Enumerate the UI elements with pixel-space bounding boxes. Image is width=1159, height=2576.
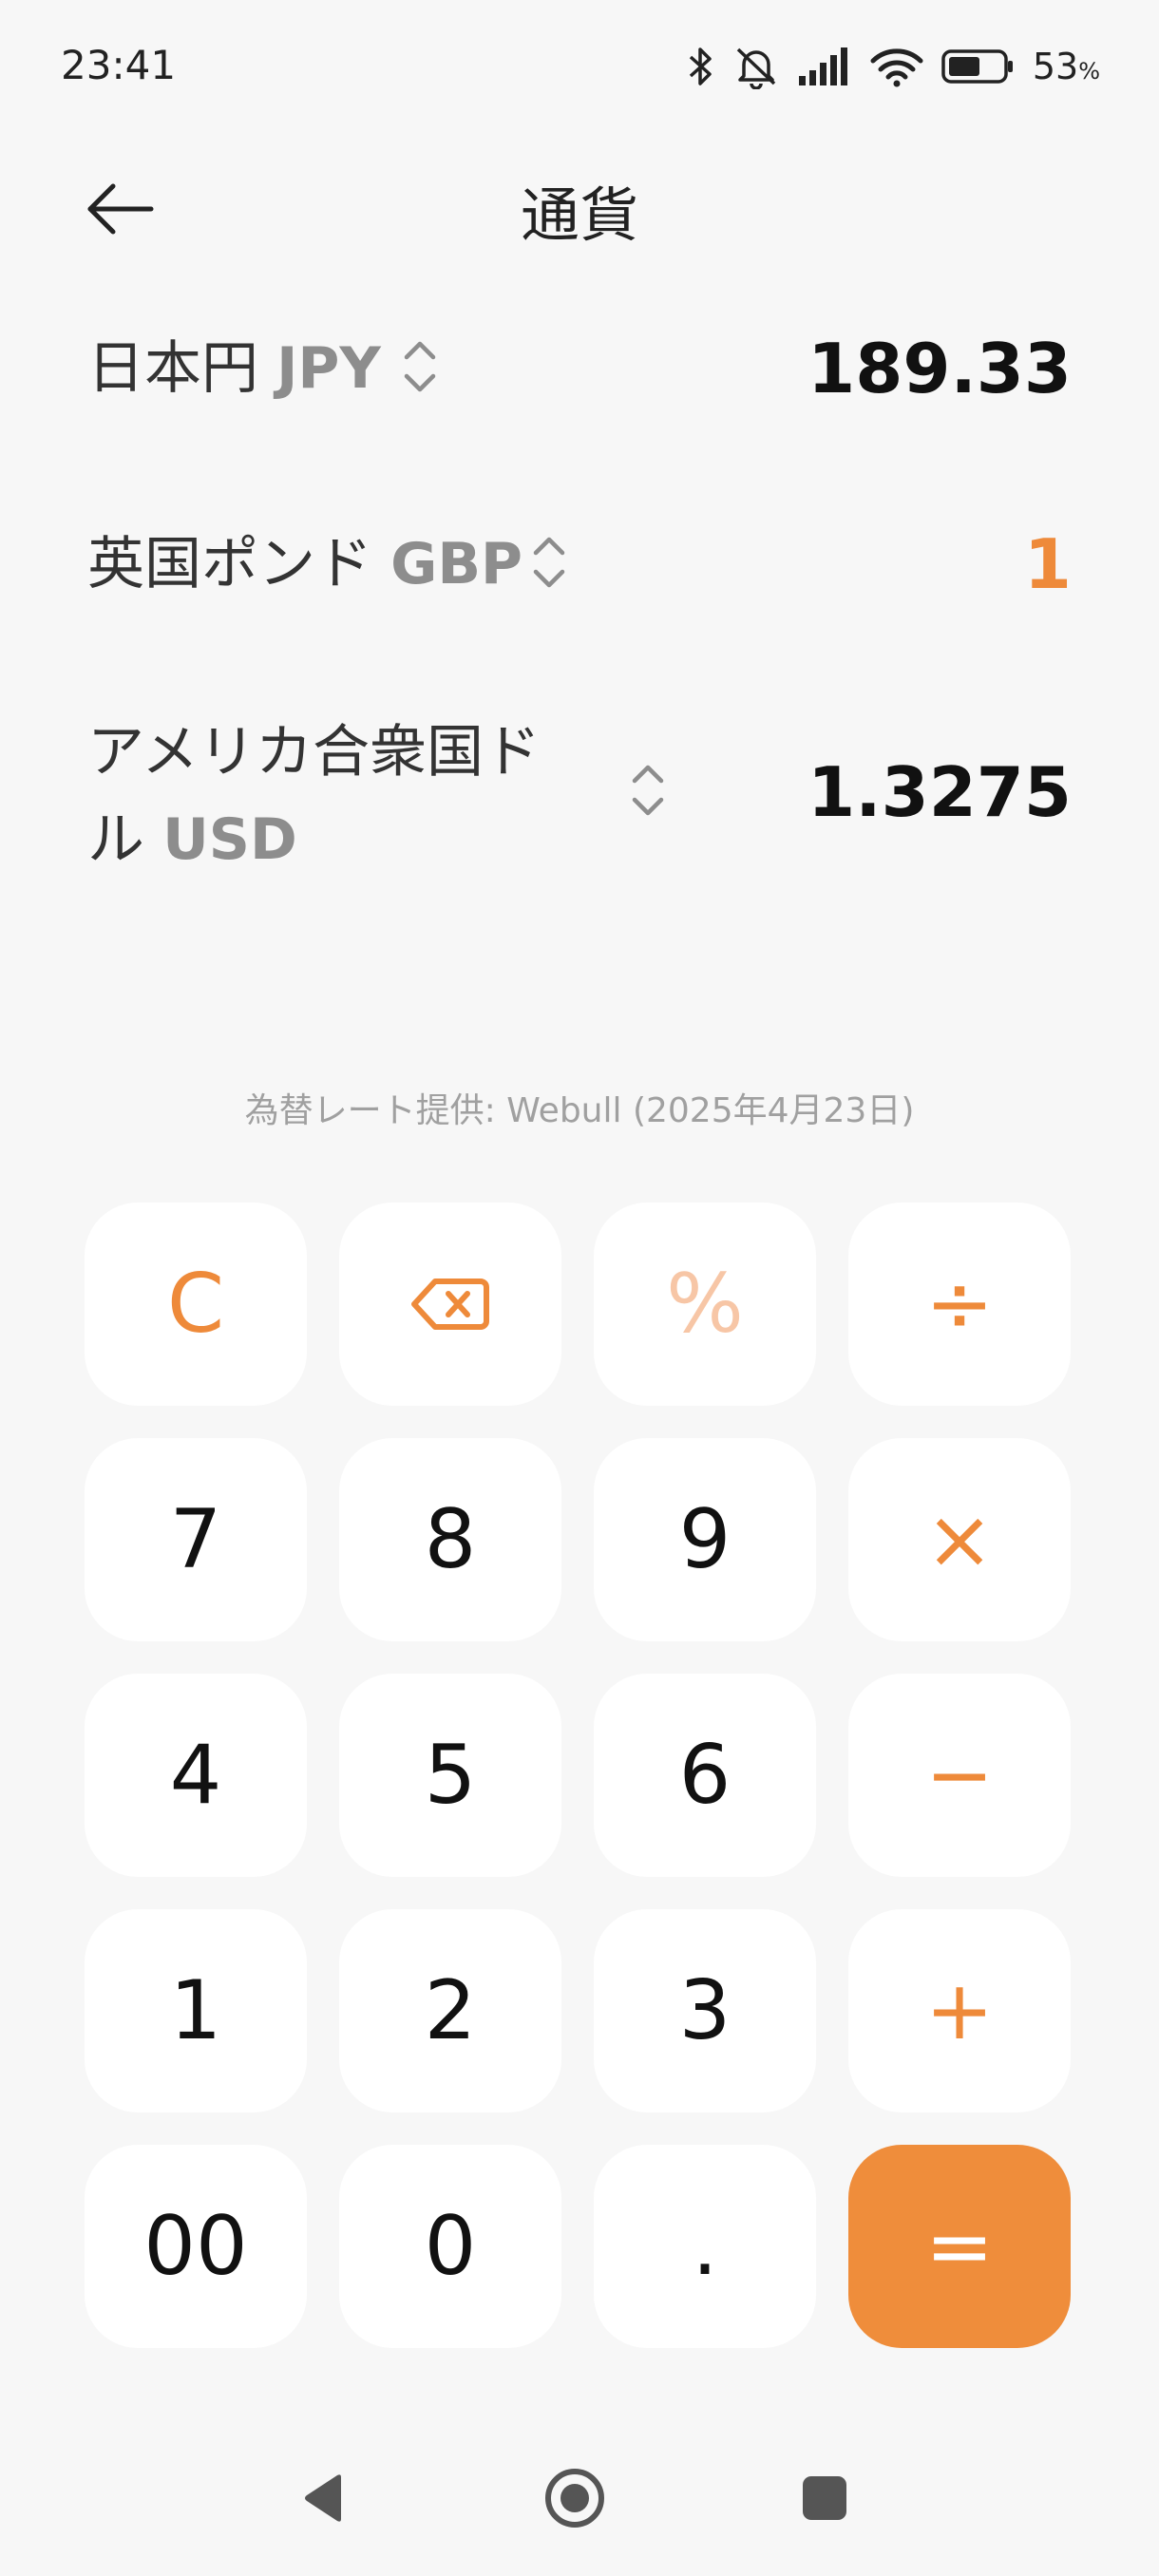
currency-code: JPY — [276, 335, 381, 402]
plus-button[interactable]: + — [848, 1909, 1071, 2112]
currency-row-jpy[interactable]: 日本円 JPY 189.33 — [0, 323, 1159, 418]
sort-chevrons-icon[interactable] — [401, 336, 439, 397]
currency-name[interactable]: 日本円 JPY — [87, 327, 381, 410]
sort-chevrons-icon[interactable] — [530, 532, 568, 593]
page-title: 通貨 — [520, 180, 638, 250]
digit-2-button[interactable]: 2 — [339, 1909, 561, 2112]
currency-row-usd[interactable]: アメリカ合衆国ド ル USD 1.3275 — [0, 703, 1159, 883]
recents-square-icon — [803, 2476, 846, 2520]
backspace-icon — [411, 1279, 489, 1330]
status-icons: 53% — [687, 38, 1100, 95]
header: 通貨 — [0, 133, 1159, 266]
home-circle-icon — [545, 2469, 604, 2528]
keypad: C % ÷ 7 8 9 × 4 5 6 − 1 2 3 + 00 0 . = — [85, 1203, 1074, 2348]
digit-6-button[interactable]: 6 — [594, 1674, 816, 1877]
multiply-button[interactable]: × — [848, 1438, 1071, 1641]
back-triangle-icon — [305, 2474, 341, 2522]
minus-button[interactable]: − — [848, 1674, 1071, 1877]
digit-0-button[interactable]: 0 — [339, 2145, 561, 2348]
double-zero-button[interactable]: 00 — [85, 2145, 307, 2348]
battery-icon — [941, 49, 1013, 84]
currency-value-active[interactable]: 1 — [1024, 522, 1072, 606]
currency-value[interactable]: 1.3275 — [808, 750, 1072, 834]
status-time: 23:41 — [61, 42, 177, 88]
currency-value[interactable]: 189.33 — [808, 327, 1072, 410]
percent-button[interactable]: % — [594, 1203, 816, 1406]
currency-code: USD — [162, 806, 297, 873]
digit-7-button[interactable]: 7 — [85, 1438, 307, 1641]
bluetooth-icon — [689, 47, 712, 85]
equals-button[interactable]: = — [848, 2145, 1071, 2348]
digit-1-button[interactable]: 1 — [85, 1909, 307, 2112]
digit-5-button[interactable]: 5 — [339, 1674, 561, 1877]
currency-code: GBP — [390, 531, 523, 597]
rate-attribution: 為替レート提供: Webull (2025年4月23日) — [244, 1091, 915, 1130]
signal-icon — [798, 47, 847, 85]
currency-name[interactable]: アメリカ合衆国ド ル USD — [87, 709, 541, 883]
currency-name[interactable]: 英国ポンド GBP — [87, 522, 522, 606]
sort-chevrons-icon[interactable] — [629, 760, 667, 821]
digit-3-button[interactable]: 3 — [594, 1909, 816, 2112]
nav-back-button[interactable] — [276, 2451, 370, 2546]
wifi-icon — [870, 48, 923, 87]
divide-button[interactable]: ÷ — [848, 1203, 1071, 1406]
digit-4-button[interactable]: 4 — [85, 1674, 307, 1877]
clear-button[interactable]: C — [85, 1203, 307, 1406]
nav-home-button[interactable] — [527, 2451, 622, 2546]
digit-9-button[interactable]: 9 — [594, 1438, 816, 1641]
nav-recents-button[interactable] — [777, 2451, 872, 2546]
battery-percent: 53% — [1032, 46, 1100, 87]
system-nav-bar — [0, 2451, 1159, 2555]
decimal-point-button[interactable]: . — [594, 2145, 816, 2348]
mute-icon — [736, 47, 776, 89]
currency-row-gbp[interactable]: 英国ポンド GBP 1 — [0, 519, 1159, 614]
digit-8-button[interactable]: 8 — [339, 1438, 561, 1641]
backspace-button[interactable] — [339, 1203, 561, 1406]
status-bar: 23:41 53% — [0, 0, 1159, 133]
